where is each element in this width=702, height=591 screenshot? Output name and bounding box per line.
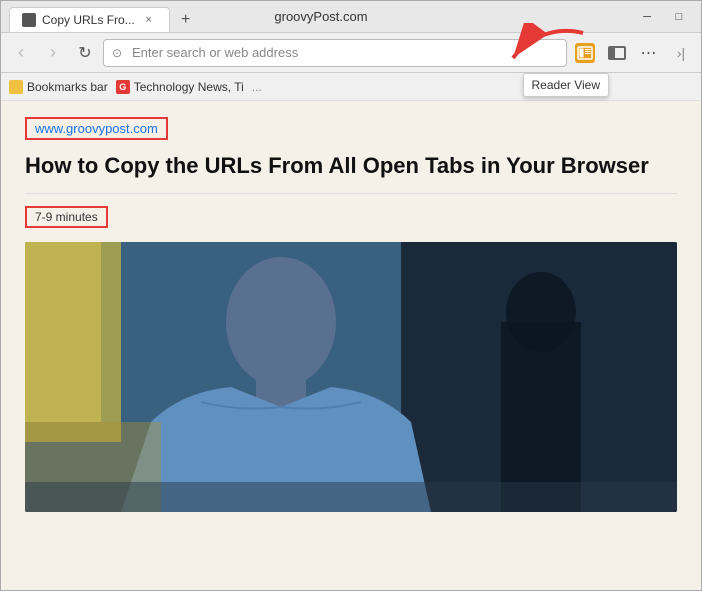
forward-button[interactable]: › [39, 39, 67, 67]
address-icon: ⊙ [112, 46, 126, 60]
more-button[interactable]: ⋯ [635, 39, 663, 67]
bookmark-label: Technology News, Ti [134, 80, 244, 94]
bookmark-item-groovy[interactable]: G Technology News, Ti [116, 80, 244, 94]
reader-view-area: Reader View [571, 39, 599, 67]
reader-view-icon [575, 43, 595, 63]
refresh-button[interactable]: ↻ [71, 39, 99, 67]
sidebar-icon [608, 46, 626, 60]
sidebar-button[interactable] [603, 39, 631, 67]
reader-view-button[interactable] [571, 39, 599, 67]
content-area: www.groovypost.com How to Copy the URLs … [1, 101, 701, 590]
nav-bar-wrapper: ‹ › ↻ ⊙ Enter search or web address [1, 33, 701, 73]
bookmarks-bar-text: Bookmarks bar [27, 80, 108, 94]
minimize-button[interactable]: ─ [633, 3, 661, 31]
active-tab[interactable]: Copy URLs Fro... × [9, 7, 170, 32]
sidebar-icon-left [610, 48, 615, 58]
nav-bar: ‹ › ↻ ⊙ Enter search or web address [1, 33, 701, 73]
browser-title: groovyPost.com [165, 9, 477, 24]
groovy-favicon: G [116, 80, 130, 94]
article-title: How to Copy the URLs From All Open Tabs … [25, 152, 677, 194]
window-controls: ─ □ [633, 3, 693, 31]
title-bar: Copy URLs Fro... × + groovyPost.com ─ □ [1, 1, 701, 33]
article-image [25, 242, 677, 512]
back-button[interactable]: ‹ [7, 39, 35, 67]
address-bar[interactable]: ⊙ Enter search or web address [103, 39, 567, 67]
address-input[interactable]: Enter search or web address [132, 45, 558, 60]
maximize-button[interactable]: □ [665, 3, 693, 31]
tab-close-button[interactable]: × [141, 12, 157, 28]
nav-extra-button[interactable]: ›| [667, 39, 695, 67]
browser-window: Copy URLs Fro... × + groovyPost.com ─ □ … [0, 0, 702, 591]
tab-label: Copy URLs Fro... [42, 13, 135, 27]
read-time-badge: 7-9 minutes [25, 206, 108, 228]
site-url-badge[interactable]: www.groovypost.com [25, 117, 168, 140]
bookmarks-bar-label: Bookmarks bar [9, 80, 108, 94]
bookmarks-folder-icon [9, 80, 23, 94]
reader-view-tooltip: Reader View [523, 73, 609, 97]
bookmark-overflow: ... [252, 80, 262, 94]
tab-favicon [22, 13, 36, 27]
